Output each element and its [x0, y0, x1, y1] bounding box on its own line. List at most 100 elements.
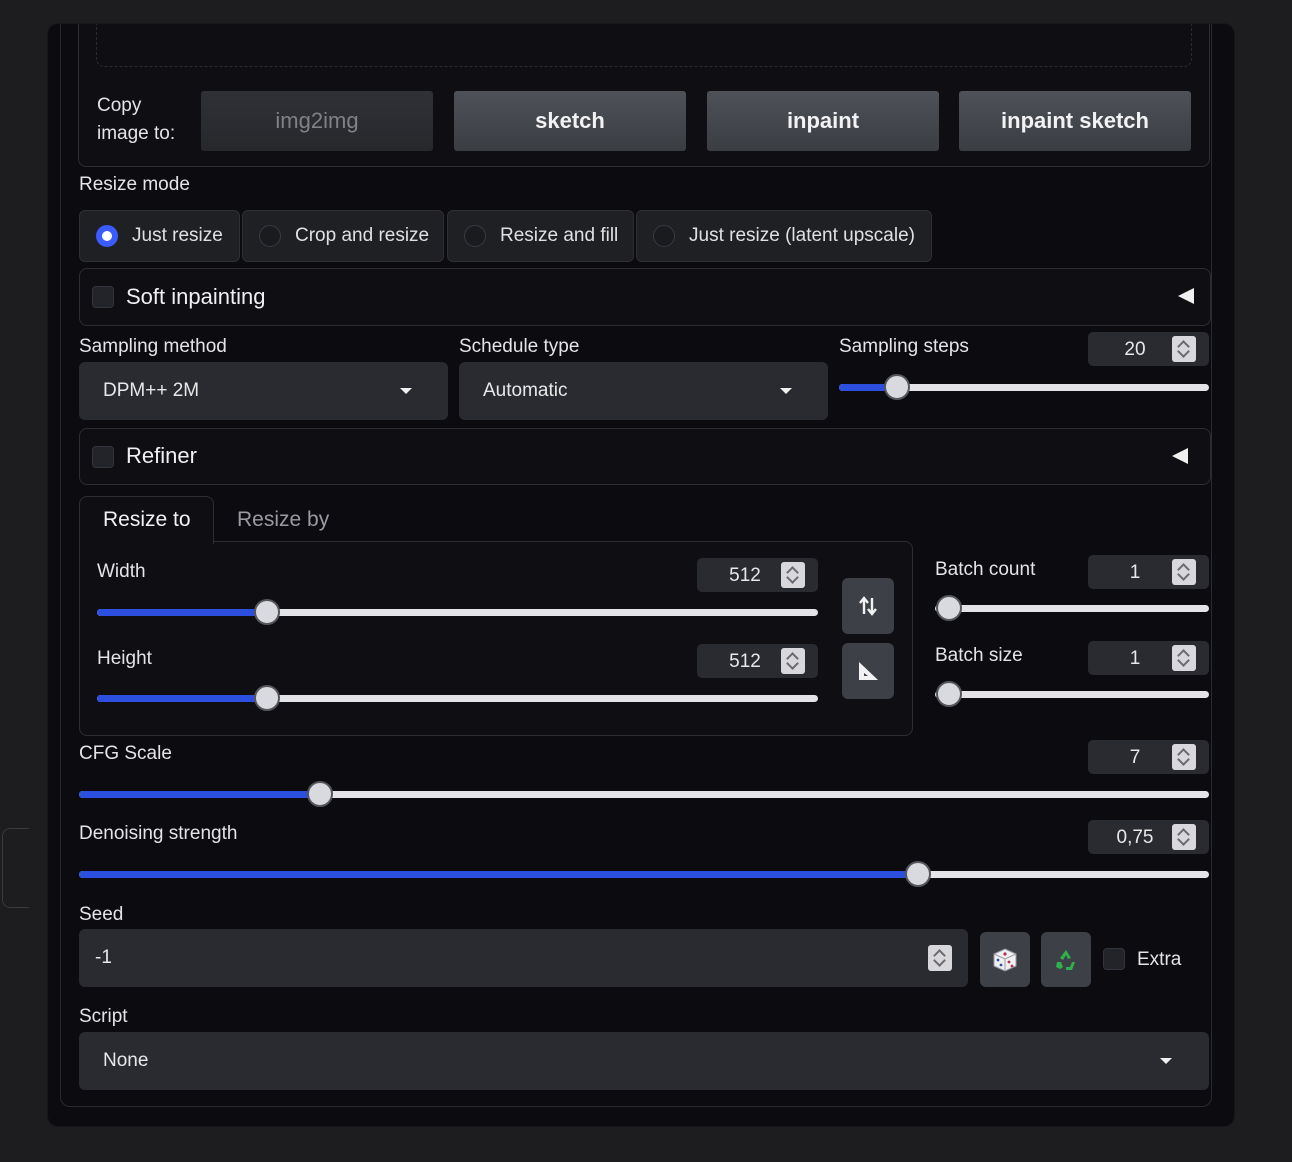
aspect-ratio-icon [859, 662, 878, 680]
chevron-down-icon [400, 388, 412, 394]
slider-fill [97, 609, 268, 616]
slider-handle[interactable] [884, 374, 910, 400]
batch-size-slider[interactable] [935, 681, 1209, 707]
height-value: 512 [729, 651, 761, 672]
soft-inpainting-title: Soft inpainting [126, 284, 266, 309]
width-slider[interactable] [97, 599, 818, 625]
resize-mode-resize-and-fill[interactable]: Resize and fill [447, 210, 634, 262]
stepper-icon[interactable] [781, 648, 805, 674]
resize-mode-latent-upscale[interactable]: Just resize (latent upscale) [636, 210, 932, 262]
denoising-strength-label: Denoising strength [79, 823, 238, 844]
stepper-icon[interactable] [781, 562, 805, 588]
schedule-type-dropdown[interactable]: Automatic [459, 362, 828, 420]
seed-label: Seed [79, 904, 124, 925]
resize-mode-label: Resize mode [79, 174, 190, 195]
schedule-type-value: Automatic [483, 380, 568, 401]
sampling-method-value: DPM++ 2M [103, 380, 200, 401]
tab-resize-to-label: Resize to [103, 508, 191, 531]
sampling-method-dropdown[interactable]: DPM++ 2M [79, 362, 448, 420]
copy-to-img2img-button[interactable]: img2img [201, 91, 433, 151]
script-label: Script [79, 1006, 128, 1027]
denoising-strength-slider[interactable] [79, 861, 1209, 887]
width-value: 512 [729, 565, 761, 586]
batch-count-label: Batch count [935, 559, 1036, 580]
radio-icon [259, 225, 281, 247]
copy-image-to-label: Copy image to: [97, 92, 175, 148]
slider-handle[interactable] [905, 861, 931, 887]
refiner-accordion[interactable] [79, 428, 1211, 485]
side-collapse-tab[interactable] [2, 828, 29, 908]
radio-label: Just resize [132, 225, 223, 246]
copy-to-inpaint-sketch-button[interactable]: inpaint sketch [959, 91, 1191, 151]
script-value: None [103, 1050, 149, 1071]
batch-size-value: 1 [1129, 648, 1141, 669]
chevron-down-icon [1160, 1058, 1172, 1064]
tab-resize-by[interactable]: Resize by [237, 508, 329, 532]
slider-handle[interactable] [936, 681, 962, 707]
sampling-steps-value: 20 [1124, 339, 1146, 360]
slider-handle[interactable] [307, 781, 333, 807]
sampling-steps-slider[interactable] [839, 374, 1209, 400]
height-input[interactable]: 512 [697, 644, 818, 678]
copy-to-inpaint-button[interactable]: inpaint [707, 91, 939, 151]
aspect-ratio-button[interactable] [842, 643, 894, 699]
slider-handle[interactable] [254, 685, 280, 711]
batch-count-slider[interactable] [935, 595, 1209, 621]
stepper-icon[interactable] [1172, 824, 1196, 850]
reuse-seed-button[interactable] [1041, 932, 1091, 987]
radio-label: Just resize (latent upscale) [689, 225, 915, 246]
image-drop-area[interactable] [96, 24, 1192, 67]
dice-icon [993, 947, 1017, 972]
refiner-title: Refiner [126, 443, 197, 468]
cfg-scale-label: CFG Scale [79, 743, 172, 764]
sampling-steps-label: Sampling steps [839, 336, 969, 357]
batch-size-input[interactable]: 1 [1088, 641, 1209, 675]
extra-seed-checkbox[interactable] [1103, 948, 1125, 970]
resize-mode-just-resize[interactable]: Just resize [79, 210, 240, 262]
slider-fill [79, 871, 919, 878]
sampling-method-label: Sampling method [79, 336, 227, 357]
stepper-icon[interactable] [1172, 645, 1196, 671]
slider-handle[interactable] [254, 599, 280, 625]
copy-to-sketch-button[interactable]: sketch [454, 91, 686, 151]
slider-fill [79, 791, 321, 798]
radio-icon [653, 225, 675, 247]
batch-count-input[interactable]: 1 [1088, 555, 1209, 589]
resize-mode-crop-and-resize[interactable]: Crop and resize [242, 210, 444, 262]
slider-handle[interactable] [936, 595, 962, 621]
cfg-scale-slider[interactable] [79, 781, 1209, 807]
cfg-scale-value: 7 [1129, 747, 1141, 768]
slider-fill [97, 695, 268, 702]
radio-selected-icon [96, 225, 118, 247]
width-label: Width [97, 561, 146, 582]
refiner-checkbox[interactable] [92, 446, 114, 468]
soft-inpainting-checkbox[interactable] [92, 286, 114, 308]
seed-value: -1 [95, 947, 112, 968]
stepper-icon[interactable] [1172, 559, 1196, 585]
swap-dimensions-icon [859, 596, 877, 616]
radio-icon [464, 225, 486, 247]
swap-dimensions-button[interactable] [842, 578, 894, 634]
stepper-icon[interactable] [1172, 336, 1196, 362]
copy-label-text: Copy image to: [97, 95, 176, 144]
denoising-strength-input[interactable]: 0,75 [1088, 820, 1209, 854]
recycle-icon [1056, 949, 1075, 970]
batch-count-value: 1 [1129, 562, 1141, 583]
radio-label: Resize and fill [500, 225, 619, 246]
height-label: Height [97, 648, 152, 669]
height-slider[interactable] [97, 685, 818, 711]
cfg-scale-input[interactable]: 7 [1088, 740, 1209, 774]
collapse-triangle-icon[interactable] [1178, 288, 1194, 304]
seed-input[interactable]: -1 [79, 929, 968, 987]
width-input[interactable]: 512 [697, 558, 818, 592]
collapse-triangle-icon[interactable] [1172, 448, 1188, 464]
stepper-icon[interactable] [928, 945, 952, 971]
extra-seed-label: Extra [1137, 949, 1182, 970]
sampling-steps-input[interactable]: 20 [1088, 332, 1209, 366]
random-seed-button[interactable] [980, 932, 1030, 987]
stepper-icon[interactable] [1172, 744, 1196, 770]
script-dropdown[interactable]: None [79, 1032, 1209, 1090]
batch-size-label: Batch size [935, 645, 1023, 666]
radio-label: Crop and resize [295, 225, 430, 246]
denoising-strength-value: 0,75 [1116, 827, 1154, 848]
